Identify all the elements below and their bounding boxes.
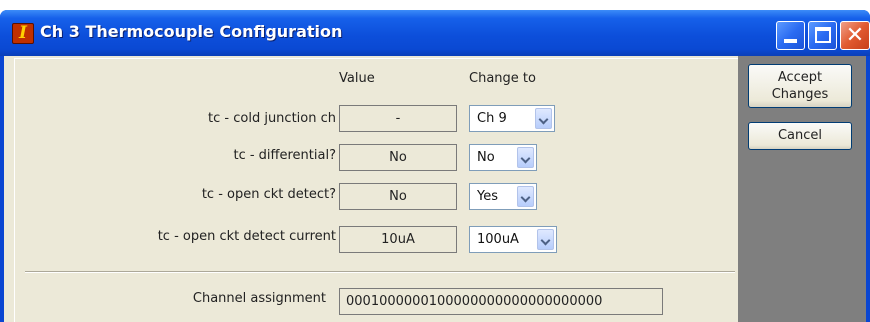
select-open-ckt-detect-value: Yes [477,189,498,204]
title-bar[interactable]: I Ch 3 Thermocouple Configuration ✕ [0,10,870,56]
app-logo-icon: I [12,23,34,44]
value-cold-junction: - [339,105,457,132]
row-label-cold-junction: tc - cold junction ch [208,111,336,126]
accept-button-line1: Accept [777,70,823,85]
row-label-open-ckt-detect: tc - open ckt detect? [201,187,336,202]
divider [25,271,735,273]
value-differential: No [339,144,457,171]
chevron-down-icon[interactable] [537,229,554,250]
chevron-down-icon[interactable] [517,186,534,207]
select-cold-junction-value: Ch 9 [477,111,507,126]
select-differential[interactable]: No [469,144,537,171]
cancel-button[interactable]: Cancel [748,122,852,150]
close-button[interactable]: ✕ [840,21,870,50]
minimize-button[interactable] [776,21,805,50]
chevron-down-icon[interactable] [517,147,534,168]
maximize-icon [815,27,831,43]
select-cold-junction[interactable]: Ch 9 [469,105,555,132]
close-icon: ✕ [845,23,865,48]
select-open-ckt-current[interactable]: 100uA [469,226,557,253]
dialog-window: I Ch 3 Thermocouple Configuration ✕ Valu… [0,10,870,322]
channel-assignment-value: 0001000000100000000000000000000 [339,288,663,315]
maximize-button[interactable] [808,21,837,50]
chevron-down-icon[interactable] [535,108,552,129]
row-label-differential: tc - differential? [233,148,336,163]
value-open-ckt-current: 10uA [339,226,457,253]
channel-assignment-label: Channel assignment [192,291,326,306]
config-form: Value Change to tc - cold junction ch - … [14,58,738,322]
select-open-ckt-current-value: 100uA [477,232,519,247]
minimize-icon [784,39,797,43]
client-area: Value Change to tc - cold junction ch - … [4,56,866,322]
accept-button-line2: Changes [771,87,829,102]
row-label-open-ckt-current: tc - open ckt detect current [157,229,336,244]
value-column-header: Value [339,71,375,86]
select-open-ckt-detect[interactable]: Yes [469,183,537,210]
change-to-column-header: Change to [469,71,536,86]
accept-changes-button[interactable]: Accept Changes [748,64,852,108]
button-panel: Accept Changes Cancel [738,56,866,322]
window-title: Ch 3 Thermocouple Configuration [40,22,343,41]
select-differential-value: No [477,150,495,165]
value-open-ckt-detect: No [339,183,457,210]
